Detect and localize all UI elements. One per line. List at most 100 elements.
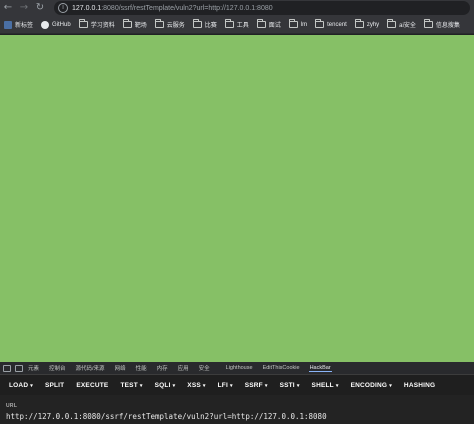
hackbar-button-sqli[interactable]: SQLI ▾	[155, 382, 176, 389]
back-icon[interactable]: ←	[0, 0, 16, 16]
hackbar-button-split[interactable]: SPLIT	[45, 382, 64, 389]
devtools-tab[interactable]: Lighthouse	[225, 365, 254, 371]
hackbar-button-xss[interactable]: XSS ▾	[187, 382, 205, 389]
devtools-tab[interactable]: 性能	[135, 364, 148, 372]
bookmark-label: 学习资料	[90, 23, 115, 29]
bookmark-label: zyhy	[366, 21, 380, 28]
hackbar-button-label: SHELL	[311, 381, 334, 389]
hackbar-button-label: LFI	[217, 381, 228, 389]
caret-down-icon: ▾	[139, 382, 143, 389]
caret-down-icon: ▾	[202, 382, 206, 389]
page-viewport	[0, 35, 474, 362]
omnibox[interactable]: i 127.0.0.1 :8080/ssrf/restTemplate/vuln…	[54, 1, 470, 15]
hackbar-button-label: TEST	[120, 381, 138, 389]
hackbar-button-test[interactable]: TEST ▾	[120, 382, 142, 389]
hackbar-button-label: LOAD	[9, 381, 29, 389]
hackbar-button-shell[interactable]: SHELL ▾	[312, 382, 339, 389]
folder-icon	[315, 19, 325, 28]
bookmark-label: 新标签	[15, 23, 34, 29]
bookmarks-bar: 新标签 GitHub 学习资料 靶场 云服务 比赛 工具 面试 lm tencent zyhy ai安…	[0, 16, 474, 34]
bookmark-label: ai安全	[399, 23, 416, 29]
devtools-tab[interactable]: 内存	[156, 364, 169, 372]
caret-down-icon: ▾	[264, 382, 268, 389]
bookmark-item[interactable]: 工具	[224, 19, 249, 29]
folder-icon	[387, 19, 397, 28]
github-icon	[41, 20, 50, 29]
bookmark-item[interactable]: 新标签	[4, 20, 33, 29]
devtools-tab[interactable]: 安全	[198, 364, 211, 372]
caret-down-icon: ▾	[335, 382, 339, 389]
folder-icon	[423, 19, 433, 28]
bookmark-label: 工具	[236, 23, 249, 29]
site-info-icon[interactable]: i	[58, 3, 68, 13]
hackbar-button-encoding[interactable]: ENCODING ▾	[351, 382, 392, 389]
devtools-tab[interactable]: 网络	[114, 364, 127, 372]
devtools-tab[interactable]: 源代码/来源	[75, 364, 106, 372]
bookmark-label: 云服务	[166, 23, 185, 29]
folder-icon	[78, 19, 88, 28]
folder-icon	[224, 19, 234, 28]
devtools-tab-bar: 元素 控制台 源代码/来源 网络 性能 内存 应用 安全 Lighthouse EditThisC…	[0, 362, 474, 375]
hackbar-button-lfi[interactable]: LFI ▾	[218, 382, 233, 389]
forward-icon[interactable]: →	[16, 0, 32, 16]
hackbar-button-ssti[interactable]: SSTI ▾	[280, 382, 300, 389]
devtools-panel: 元素 控制台 源代码/来源 网络 性能 内存 应用 安全 Lighthouse EditThisC…	[0, 362, 474, 424]
hackbar-toolbar: LOAD ▾ SPLIT EXECUTE TEST ▾ SQLI ▾ XSS ▾ LFI ▾ SSRF ▾…	[0, 375, 474, 395]
bookmark-label: 面试	[268, 23, 281, 29]
devtools-tab[interactable]: HackBar	[308, 365, 332, 372]
inspect-icon[interactable]	[3, 364, 11, 372]
bookmark-item[interactable]: ai安全	[387, 19, 416, 29]
caret-down-icon: ▾	[389, 382, 392, 389]
hackbar-button-label: XSS	[187, 381, 201, 389]
caret-down-icon: ▾	[229, 382, 233, 389]
bookmark-item[interactable]: zyhy	[354, 19, 380, 28]
caret-down-icon: ▾	[30, 382, 33, 389]
url-host: 127.0.0.1	[72, 4, 102, 12]
bookmark-item[interactable]: lm	[288, 19, 308, 28]
bookmark-item[interactable]: GitHub	[41, 20, 71, 29]
hackbar-button-label: HASHING	[403, 381, 436, 389]
hackbar-button-label: EXECUTE	[76, 381, 109, 389]
hackbar-button-label: ENCODING	[350, 381, 388, 389]
folder-icon	[256, 19, 266, 28]
devtools-tab[interactable]: 控制台	[48, 364, 67, 372]
bookmark-label: GitHub	[52, 21, 71, 28]
hackbar-button-ssrf[interactable]: SSRF ▾	[245, 382, 268, 389]
bookmark-label: 靶场	[134, 23, 147, 29]
bookmark-item[interactable]: 比赛	[192, 19, 217, 29]
browser-window: ← → ↻ i 127.0.0.1 :8080/ssrf/restTemplat…	[0, 0, 474, 424]
bookmark-item[interactable]: 靶场	[122, 19, 147, 29]
folder-icon	[354, 19, 364, 28]
hackbar-button-load[interactable]: LOAD ▾	[9, 382, 33, 389]
url-path: :8080/ssrf/restTemplate/vuln2?url=http:/…	[101, 4, 273, 12]
hackbar-button-label: SSTI	[279, 381, 295, 389]
bookmark-label: 信息搜集	[435, 23, 460, 29]
hackbar-button-execute[interactable]: EXECUTE	[76, 382, 108, 389]
devtools-tab[interactable]: EditThisCookie	[262, 365, 301, 371]
site-icon	[4, 20, 12, 29]
bookmark-item[interactable]: 信息搜集	[423, 19, 460, 29]
address-bar: ← → ↻ i 127.0.0.1 :8080/ssrf/restTemplat…	[0, 0, 474, 16]
bookmark-item[interactable]: tencent	[315, 19, 347, 28]
url-input[interactable]: http://127.0.0.1:8080/ssrf/restTemplate/…	[6, 412, 468, 421]
bookmark-item[interactable]: 面试	[256, 19, 281, 29]
bookmark-label: tencent	[327, 21, 347, 28]
devtools-tab[interactable]: 元素	[27, 364, 40, 372]
reload-icon[interactable]: ↻	[32, 0, 48, 16]
hackbar-button-label: SQLI	[154, 381, 171, 389]
bookmark-item[interactable]: 云服务	[154, 19, 185, 29]
hackbar-button-label: SSRF	[244, 381, 263, 389]
hackbar-url-panel: URL http://127.0.0.1:8080/ssrf/restTempl…	[0, 395, 474, 424]
url-label: URL	[6, 403, 18, 409]
folder-icon	[122, 19, 132, 28]
bookmark-item[interactable]: 学习资料	[78, 19, 115, 29]
device-toggle-icon[interactable]	[15, 364, 23, 372]
caret-down-icon: ▾	[296, 382, 300, 389]
hackbar-button-hashing[interactable]: HASHING	[404, 382, 435, 389]
hackbar-button-label: SPLIT	[44, 381, 65, 389]
folder-icon	[192, 19, 202, 28]
devtools-tab[interactable]: 应用	[177, 364, 190, 372]
caret-down-icon: ▾	[172, 382, 176, 389]
folder-icon	[154, 19, 164, 28]
bookmark-label: lm	[300, 21, 308, 28]
